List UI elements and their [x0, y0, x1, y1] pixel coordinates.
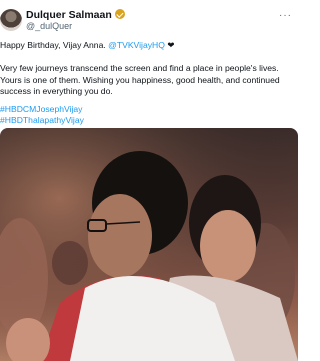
greeting-line: Happy Birthday, Vijay Anna. @TVKVijayHQ …	[0, 40, 294, 52]
avatar[interactable]	[0, 9, 22, 31]
tweet-body: Very few journeys transcend the screen a…	[0, 63, 280, 96]
mention-link[interactable]: @TVKVijayHQ	[108, 40, 165, 50]
hashtag-link-1[interactable]: #HBDCMJosephVijay	[0, 104, 294, 116]
heart-icon: ❤	[167, 40, 175, 50]
more-options-icon[interactable]: ···	[279, 10, 292, 21]
greeting-text: Happy Birthday, Vijay Anna.	[0, 40, 106, 50]
author-name-text: Dulquer Salmaan	[26, 9, 112, 21]
photo-illustration	[0, 128, 298, 361]
author-name[interactable]: Dulquer Salmaan	[26, 9, 125, 21]
author-handle[interactable]: @_dulQuer	[26, 21, 72, 32]
hashtag-link-2[interactable]: #HBDThalapathyVijay	[0, 115, 294, 127]
tweet-photo[interactable]	[0, 128, 298, 361]
verified-badge-icon	[114, 9, 125, 19]
